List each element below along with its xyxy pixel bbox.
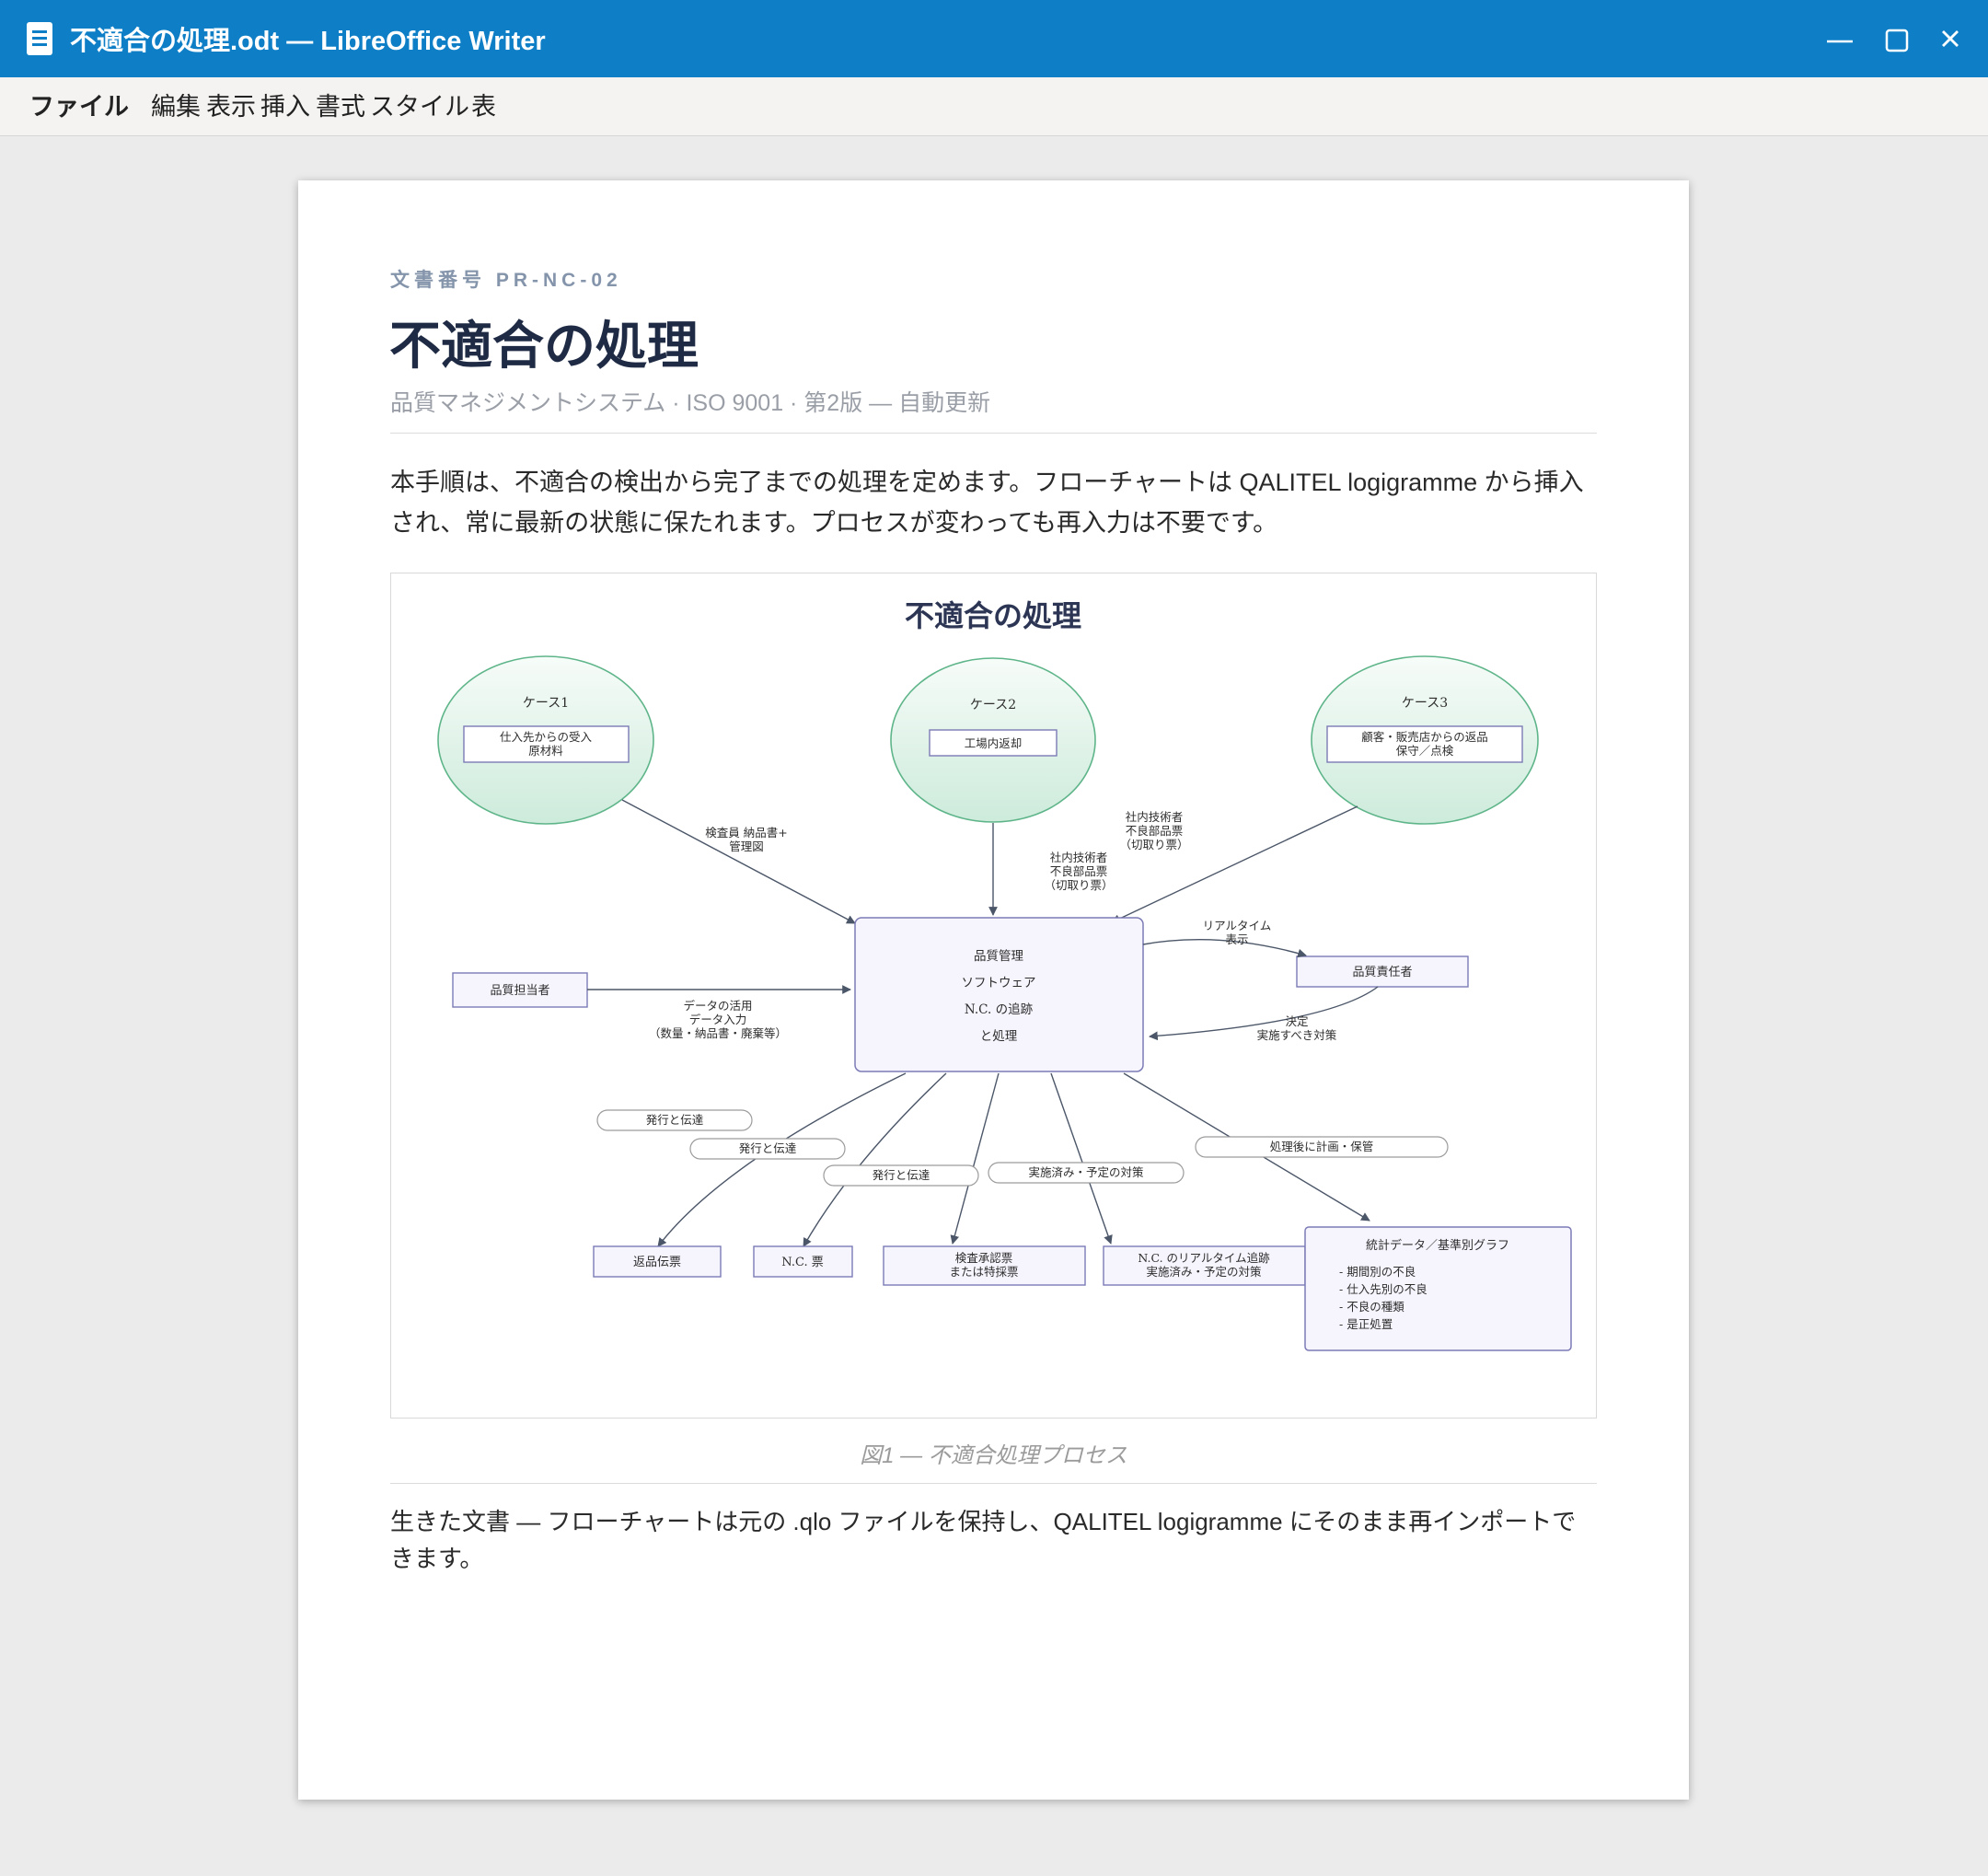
figure-caption: 図1 — 不適合処理プロセス [860,1443,1127,1468]
window-title: 不適合の処理.odt — LibreOffice Writer [70,27,546,56]
writer-document-icon [27,22,52,55]
edge-center-out3 [950,1072,1000,1245]
edge-center-out2 [803,1072,947,1247]
menu-view[interactable]: 表示 [206,77,256,136]
out-tracking-line2: 実施済み・予定の対策 [1146,1265,1262,1279]
out-return-slip-label: 返品伝票 [633,1256,681,1269]
document-page[interactable]: 文書番号 PR-NC-02 不適合の処理 品質マネジメントシステム · ISO … [298,180,1689,1800]
out-inspection-line2: または特採票 [949,1265,1018,1279]
center-line4: と処理 [980,1029,1018,1044]
edge-realtime-label-1: リアルタイム [1203,919,1272,932]
header-divider [390,433,1597,434]
close-icon[interactable] [1932,22,1969,59]
edge-case2-label-3: （切取り票） [1044,878,1113,892]
outro-paragraph: 生きた文書 — フローチャートは元の .qlo ファイルを保持し、QALITEL… [390,1508,1577,1572]
center-line2: ソフトウェア [962,976,1036,990]
qa-staff-label: 品質担当者 [490,984,549,998]
pill-issue-1-label: 発行と伝達 [646,1113,704,1127]
menu-styles[interactable]: スタイル [370,77,469,136]
title-bar: 不適合の処理.odt — LibreOffice Writer [0,0,1988,77]
flowchart-diagram: 不適合の処理 ケース1 仕入先からの受入 原材料 ケース2 工場内返却 ケース3… [437,598,1572,1351]
flowchart-figure[interactable]: 不適合の処理 ケース1 仕入先からの受入 原材料 ケース2 工場内返却 ケース3… [390,573,1597,1419]
case3-line2: 保守／点検 [1396,744,1454,758]
stats-node: 統計データ／基準別グラフ - 期間別の不良 - 仕入先別の不良 - 不良の種類 … [1304,1226,1572,1351]
edge-case1-label-1: 検査員 納品書+ [705,826,787,840]
menu-file[interactable]: ファイル [29,77,129,136]
stats-title: 統計データ／基準別グラフ [1366,1238,1509,1253]
footer-divider [390,1483,1597,1484]
case2-label: ケース2 [970,698,1016,712]
menu-edit[interactable]: 編集 [151,77,201,136]
edge-case3-label-2: 不良部品票 [1126,824,1184,838]
case1-node: ケース1 仕入先からの受入 原材料 [437,655,654,825]
case1-label: ケース1 [523,696,569,711]
center-line1: 品質管理 [974,949,1023,964]
document-title: 不適合の処理 [389,317,699,375]
edge-case1-label-2: 管理図 [729,840,764,853]
edge-decision-label-1: 決定 [1285,1014,1308,1028]
edge-center-out1 [657,1072,907,1247]
case2-line1: 工場内返却 [965,736,1023,750]
stats-item: - 仕入先別の不良 [1339,1282,1427,1296]
edge-staff-label-3: （数量・納品書・廃棄等） [649,1026,787,1040]
edge-staff-label-2: データ入力 [689,1013,747,1026]
edge-case2-label-1: 社内技術者 [1050,851,1108,864]
case2-node: ケース2 工場内返却 [890,657,1096,823]
edge-case1-center [621,799,856,924]
center-process-node: 品質管理 ソフトウェア N.C. の追跡 と処理 [854,917,1144,1072]
maximize-icon[interactable] [1878,22,1915,59]
case3-node: ケース3 顧客・販売店からの返品 保守／点検 [1311,655,1539,825]
out-inspection-line1: 検査承認票 [955,1251,1013,1265]
edge-case3-label-3: （切取り票） [1119,838,1188,851]
out-tracking-line1: N.C. のリアルタイム追跡 [1138,1251,1270,1265]
pill-issue-2-label: 発行と伝達 [739,1141,797,1155]
center-line3: N.C. の追跡 [965,1002,1034,1017]
stats-item: - 是正処置 [1339,1317,1393,1331]
case3-label: ケース3 [1402,696,1448,711]
menu-insert[interactable]: 挿入 [260,77,310,136]
edge-staff-label-1: データの活用 [683,999,752,1013]
flowchart-title: 不適合の処理 [905,598,1081,633]
edge-case2-label-2: 不良部品票 [1050,864,1108,878]
stats-item: - 不良の種類 [1339,1300,1404,1314]
pill-actions-label: 実施済み・予定の対策 [1028,1165,1144,1179]
menu-bar: ファイル 編集 表示 挿入 書式 スタイル 表 [0,77,1988,136]
document-number: 文書番号 PR-NC-02 [390,270,622,291]
case3-line1: 顧客・販売店からの返品 [1361,730,1488,744]
menu-format[interactable]: 書式 [316,77,365,136]
pill-plan-label: 処理後に計画・保管 [1270,1140,1374,1153]
stats-item: - 期間別の不良 [1339,1265,1416,1279]
out-nc-slip-label: N.C. 票 [781,1256,823,1269]
edge-center-out4 [1050,1072,1113,1245]
case1-line1: 仕入先からの受入 [500,730,593,744]
intro-paragraph: 本手順は、不適合の検出から完了までの処理を定めます。フローチャートは QALIT… [390,469,1584,537]
pill-issue-3-label: 発行と伝達 [873,1168,930,1182]
case1-line2: 原材料 [528,744,563,758]
edge-realtime-label-2: 表示 [1225,932,1248,946]
document-subtitle: 品質マネジメントシステム · ISO 9001 · 第2版 — 自動更新 [390,390,991,416]
minimize-icon[interactable] [1821,22,1858,59]
qa-manager-label: 品質責任者 [1352,966,1412,979]
edge-case3-label-1: 社内技術者 [1126,810,1184,824]
edge-decision-label-2: 実施すべき対策 [1257,1028,1337,1042]
menu-table[interactable]: 表 [471,77,496,136]
